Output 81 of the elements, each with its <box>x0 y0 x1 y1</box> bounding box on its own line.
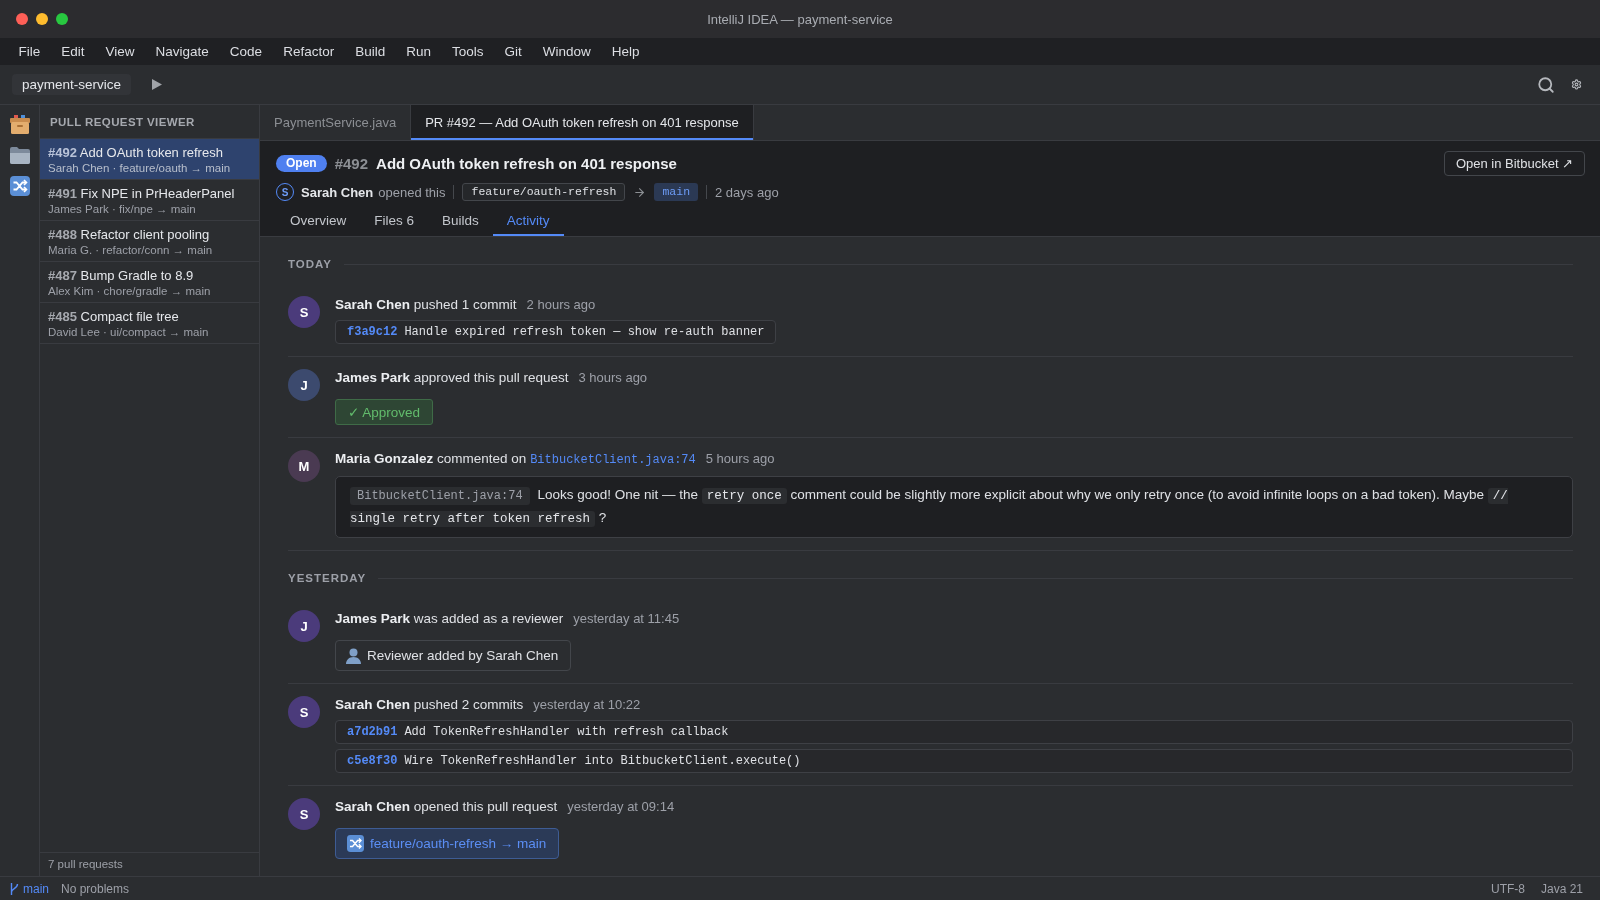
commit-message: Add TokenRefreshHandler with refresh callback <box>404 725 729 739</box>
target-branch: main <box>654 183 699 201</box>
commit-hash[interactable]: f3a9c12 <box>347 325 398 339</box>
event-summary: James Park approved this pull request <box>335 369 569 386</box>
arrow-right-icon <box>633 185 647 199</box>
user-avatar: J <box>288 369 320 401</box>
file-link[interactable]: BitbucketClient.java:74 <box>530 453 696 467</box>
pr-number: #492 <box>334 155 369 172</box>
settings-icon[interactable] <box>1571 79 1582 90</box>
menu-item[interactable]: File <box>8 38 51 65</box>
menu-item[interactable]: Navigate <box>145 38 220 65</box>
menu-item[interactable]: View <box>95 38 146 65</box>
pr-title: Add OAuth token refresh on 401 response <box>376 155 677 172</box>
play-icon[interactable] <box>152 79 163 90</box>
window-title: IntelliJ IDEA — payment-service <box>707 11 893 27</box>
branch-name[interactable]: main <box>23 881 49 896</box>
user-avatar: S <box>288 696 320 728</box>
source-branch: feature/oauth-refresh <box>462 183 626 201</box>
encoding-label[interactable]: UTF-8 <box>1490 881 1525 896</box>
menu-item[interactable]: Window <box>532 38 602 65</box>
search-icon[interactable] <box>1537 75 1555 94</box>
project-selector[interactable]: payment-service <box>12 74 132 95</box>
close-icon[interactable] <box>16 13 28 25</box>
event-time: yesterday at 10:22 <box>533 696 641 713</box>
pr-tab[interactable]: Overview <box>276 206 361 236</box>
menu-item[interactable]: Run <box>395 38 442 65</box>
menu-item[interactable]: Edit <box>50 38 96 65</box>
user-avatar: M <box>288 450 320 482</box>
editor-tab[interactable]: PR #492 — Add OAuth token refresh on 401 response <box>411 105 754 140</box>
user-avatar: S <box>288 798 320 830</box>
event-summary: Sarah Chen opened this pull request <box>335 798 558 815</box>
menu-item[interactable]: Tools <box>441 38 494 65</box>
pull-request-count: 7 pull requests <box>40 852 259 876</box>
pull-request-item[interactable]: #487 Bump Gradle to 8.9 Alex Kim · chore/gradle → main <box>40 262 259 303</box>
note-text: Reviewer added by Sarah Chen <box>367 648 559 663</box>
shuffle-icon[interactable] <box>9 176 30 196</box>
pull-request-item[interactable]: #492 Add OAuth token refresh Sarah Chen · feature/oauth → main <box>40 139 259 180</box>
maximize-icon[interactable] <box>56 13 68 25</box>
event-time: yesterday at 09:14 <box>567 798 675 815</box>
user-avatar: J <box>288 610 320 642</box>
file-box-icon[interactable] <box>9 115 30 134</box>
person-icon <box>346 647 361 664</box>
problems-status[interactable]: No problems <box>61 881 130 896</box>
pr-age: 2 days ago <box>715 184 779 200</box>
event-time: 5 hours ago <box>705 450 775 467</box>
pr-tab[interactable]: Files 6 <box>360 206 429 236</box>
java-version-label[interactable]: Java 21 <box>1540 881 1583 896</box>
comment-text: BitbucketClient.java:74 Looks good! One nit — the retry once comment could be slightly more explicit about why we only retry once (to avoid infinite loops on a bad token). Maybe // single retry after token refresh ? <box>350 486 1509 529</box>
commit-hash[interactable]: c5e8f30 <box>347 754 398 768</box>
menu-item[interactable]: Help <box>601 38 651 65</box>
commit-hash[interactable]: a7d2b91 <box>347 725 398 739</box>
commit-message: Wire TokenRefreshHandler into BitbucketClient.execute() <box>404 754 801 768</box>
minimize-icon[interactable] <box>36 13 48 25</box>
pull-request-item[interactable]: #491 Fix NPE in PrHeaderPanel James Park · fix/npe → main <box>40 180 259 221</box>
shuffle-icon <box>347 835 364 852</box>
git-branch-icon <box>10 882 19 895</box>
approved-badge: ✓ Approved <box>335 399 434 425</box>
event-time: yesterday at 11:45 <box>573 610 680 627</box>
menu-item[interactable]: Build <box>344 38 396 65</box>
pull-request-item[interactable]: #485 Compact file tree David Lee · ui/compact → main <box>40 303 259 344</box>
user-avatar: S <box>288 296 320 328</box>
opened-by-text: Sarah Chen opened this <box>301 184 446 200</box>
pull-request-item[interactable]: #488 Refactor client pooling Maria G. · refactor/conn → main <box>40 221 259 262</box>
event-summary: Maria Gonzalez commented on BitbucketClient.java:74 <box>335 450 696 469</box>
event-time: 3 hours ago <box>578 369 648 386</box>
event-time: 2 hours ago <box>526 296 596 313</box>
menu-item[interactable]: Code <box>219 38 273 65</box>
branch-link[interactable]: feature/oauth-refresh → main <box>335 828 560 859</box>
folder-icon[interactable] <box>9 146 30 164</box>
event-summary: James Park was added as a reviewer <box>335 610 564 627</box>
pr-tab[interactable]: Activity <box>492 206 564 236</box>
event-summary: Sarah Chen pushed 1 commit <box>335 296 517 313</box>
menu-item[interactable]: Git <box>494 38 533 65</box>
commit-message: Handle expired refresh token — show re-auth banner <box>404 325 765 339</box>
open-in-bitbucket-button[interactable]: Open in Bitbucket ↗ <box>1443 151 1585 176</box>
event-summary: Sarah Chen pushed 2 commits <box>335 696 524 713</box>
menu-item[interactable]: Refactor <box>272 38 345 65</box>
status-badge: Open <box>276 155 327 172</box>
date-heading: YESTERDAY <box>288 572 367 584</box>
pr-tab[interactable]: Builds <box>428 206 493 236</box>
date-heading: TODAY <box>288 258 332 270</box>
